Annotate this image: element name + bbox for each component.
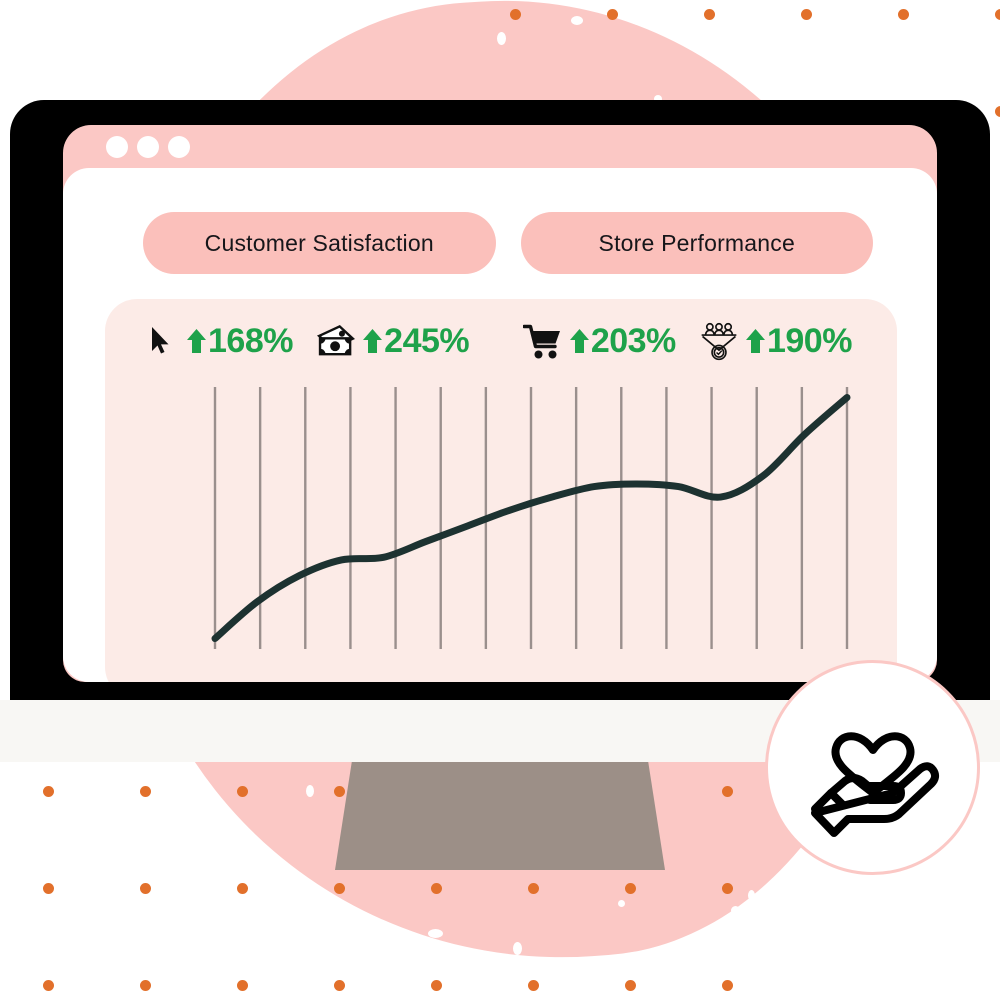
decorative-dot [140, 980, 151, 991]
tab-store-performance[interactable]: Store Performance [520, 212, 873, 274]
metric-orders[interactable]: 203% [514, 322, 698, 361]
close-dot-icon[interactable] [106, 135, 128, 158]
decorative-dot [237, 980, 248, 991]
blob-speck [549, 964, 562, 972]
metric-conversions[interactable]: 190% [698, 322, 879, 361]
minimize-dot-icon[interactable] [137, 135, 159, 158]
decorative-dot [607, 9, 618, 20]
metric-clicks-value-wrap: 168% [186, 322, 293, 361]
decorative-dot [801, 9, 812, 20]
decorative-dot [528, 883, 539, 894]
shopping-cart-icon [522, 322, 564, 360]
decorative-dot [722, 980, 733, 991]
decorative-dot [625, 883, 636, 894]
metric-revenue[interactable]: 245% [315, 322, 514, 361]
decorative-dot [722, 883, 733, 894]
blob-speck [731, 906, 740, 915]
decorative-dot [431, 980, 442, 991]
decorative-dot [334, 980, 345, 991]
decorative-dot [140, 883, 151, 894]
blob-speck [618, 900, 625, 907]
decorative-dot [528, 980, 539, 991]
trend-up-arrow-icon [187, 329, 206, 353]
decorative-dot [334, 786, 345, 797]
blob-speck [306, 785, 314, 797]
blob-speck [748, 890, 755, 901]
metrics-row: 168% 245% 203% 190% [127, 313, 879, 369]
maximize-dot-icon[interactable] [168, 135, 190, 158]
decorative-dot [995, 106, 1000, 117]
decorative-dot [43, 786, 54, 797]
decorative-dot [237, 883, 248, 894]
blob-speck [497, 32, 506, 45]
metric-revenue-value: 245% [384, 321, 470, 360]
blob-speck [651, 965, 659, 973]
tab-bar: Customer Satisfaction Store Performance [143, 212, 873, 274]
blob-speck [513, 942, 522, 955]
window-title-bar [63, 125, 937, 168]
decorative-dot [140, 786, 151, 797]
decorative-dot [334, 883, 345, 894]
window-content: Customer Satisfaction Store Performance [63, 168, 937, 682]
decorative-dot [43, 883, 54, 894]
decorative-dot [898, 9, 909, 20]
cursor-pointer-icon [139, 322, 181, 360]
decorative-dot [43, 980, 54, 991]
blob-speck [290, 900, 297, 907]
blob-speck [571, 16, 583, 25]
metric-clicks[interactable]: 168% [127, 322, 315, 361]
money-banknotes-icon [315, 322, 357, 360]
metric-orders-value-wrap: 203% [569, 322, 676, 361]
metric-conversions-value-wrap: 190% [745, 322, 852, 361]
decorative-dot [237, 786, 248, 797]
decorative-dot [995, 9, 1000, 20]
decorative-dot [625, 980, 636, 991]
metric-orders-value: 203% [590, 321, 676, 360]
decorative-dot [431, 883, 442, 894]
decorative-dot [722, 786, 733, 797]
tab-customer-satisfaction[interactable]: Customer Satisfaction [143, 212, 496, 274]
metric-conversions-value: 190% [766, 321, 852, 360]
line-chart [211, 387, 851, 649]
trend-up-arrow-icon [745, 329, 765, 353]
browser-window: Customer Satisfaction Store Performance [63, 125, 937, 682]
trend-up-arrow-icon [363, 329, 383, 353]
hand-holding-heart-badge[interactable] [765, 660, 980, 875]
blob-speck [428, 929, 443, 938]
metric-revenue-value-wrap: 245% [362, 321, 470, 361]
analytics-chart-card: 168% 245% 203% 190% [105, 299, 897, 682]
trend-up-arrow-icon [569, 329, 589, 353]
blob-speck [858, 900, 865, 907]
conversion-funnel-icon [698, 322, 740, 361]
decorative-dot [510, 9, 521, 20]
metric-clicks-value: 168% [208, 321, 293, 360]
hand-holding-heart-icon [810, 731, 939, 837]
decorative-dot [704, 9, 715, 20]
illustration-scene: Customer Satisfaction Store Performance [0, 0, 1000, 1000]
